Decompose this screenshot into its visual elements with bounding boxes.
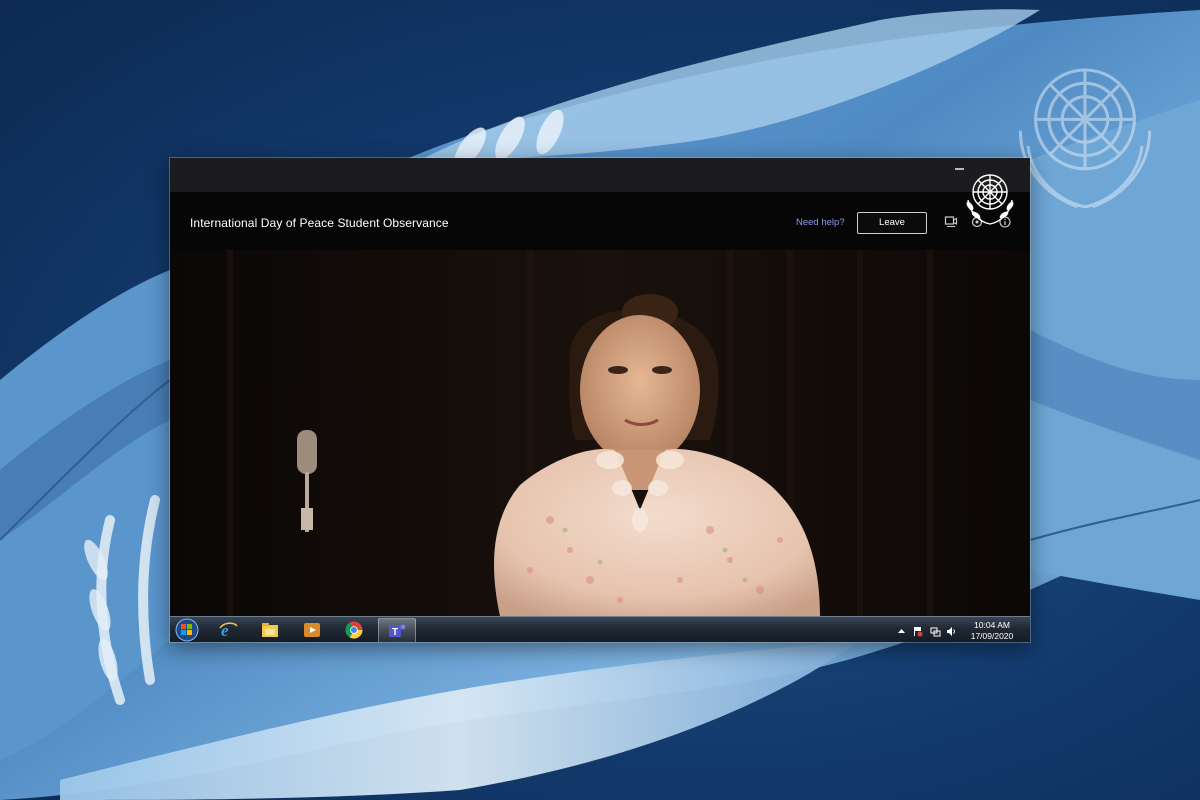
network-icon[interactable] bbox=[930, 624, 941, 637]
svg-text:T: T bbox=[392, 627, 398, 638]
show-hidden-icons-icon[interactable] bbox=[896, 624, 907, 635]
system-tray: 10:04 AM 17/09/2020 bbox=[890, 617, 1030, 642]
need-help-link[interactable]: Need help? bbox=[796, 217, 845, 228]
video-feed bbox=[170, 250, 1030, 616]
window-title-bar bbox=[170, 158, 1030, 193]
chrome-icon[interactable] bbox=[336, 618, 372, 641]
meeting-header: International Day of Peace Student Obser… bbox=[170, 192, 1030, 250]
media-player-icon[interactable] bbox=[294, 618, 330, 641]
meeting-title: International Day of Peace Student Obser… bbox=[190, 216, 449, 230]
windows-taskbar: e T 10:04 AM 17/09/2020 bbox=[170, 616, 1030, 642]
clock-date[interactable]: 17/09/2020 bbox=[964, 631, 1020, 641]
internet-explorer-icon[interactable]: e bbox=[210, 618, 246, 641]
leave-button[interactable]: Leave bbox=[857, 212, 927, 234]
teams-icon[interactable]: T bbox=[378, 618, 416, 642]
un-emblem-badge-icon bbox=[958, 164, 1022, 228]
file-explorer-icon[interactable] bbox=[252, 618, 288, 641]
device-settings-icon[interactable] bbox=[944, 215, 958, 229]
meeting-window: International Day of Peace Student Obser… bbox=[170, 158, 1030, 642]
action-center-flag-icon[interactable] bbox=[912, 624, 923, 637]
clock-time[interactable]: 10:04 AM bbox=[964, 620, 1020, 630]
volume-icon[interactable] bbox=[946, 624, 957, 636]
start-button[interactable] bbox=[174, 618, 200, 642]
